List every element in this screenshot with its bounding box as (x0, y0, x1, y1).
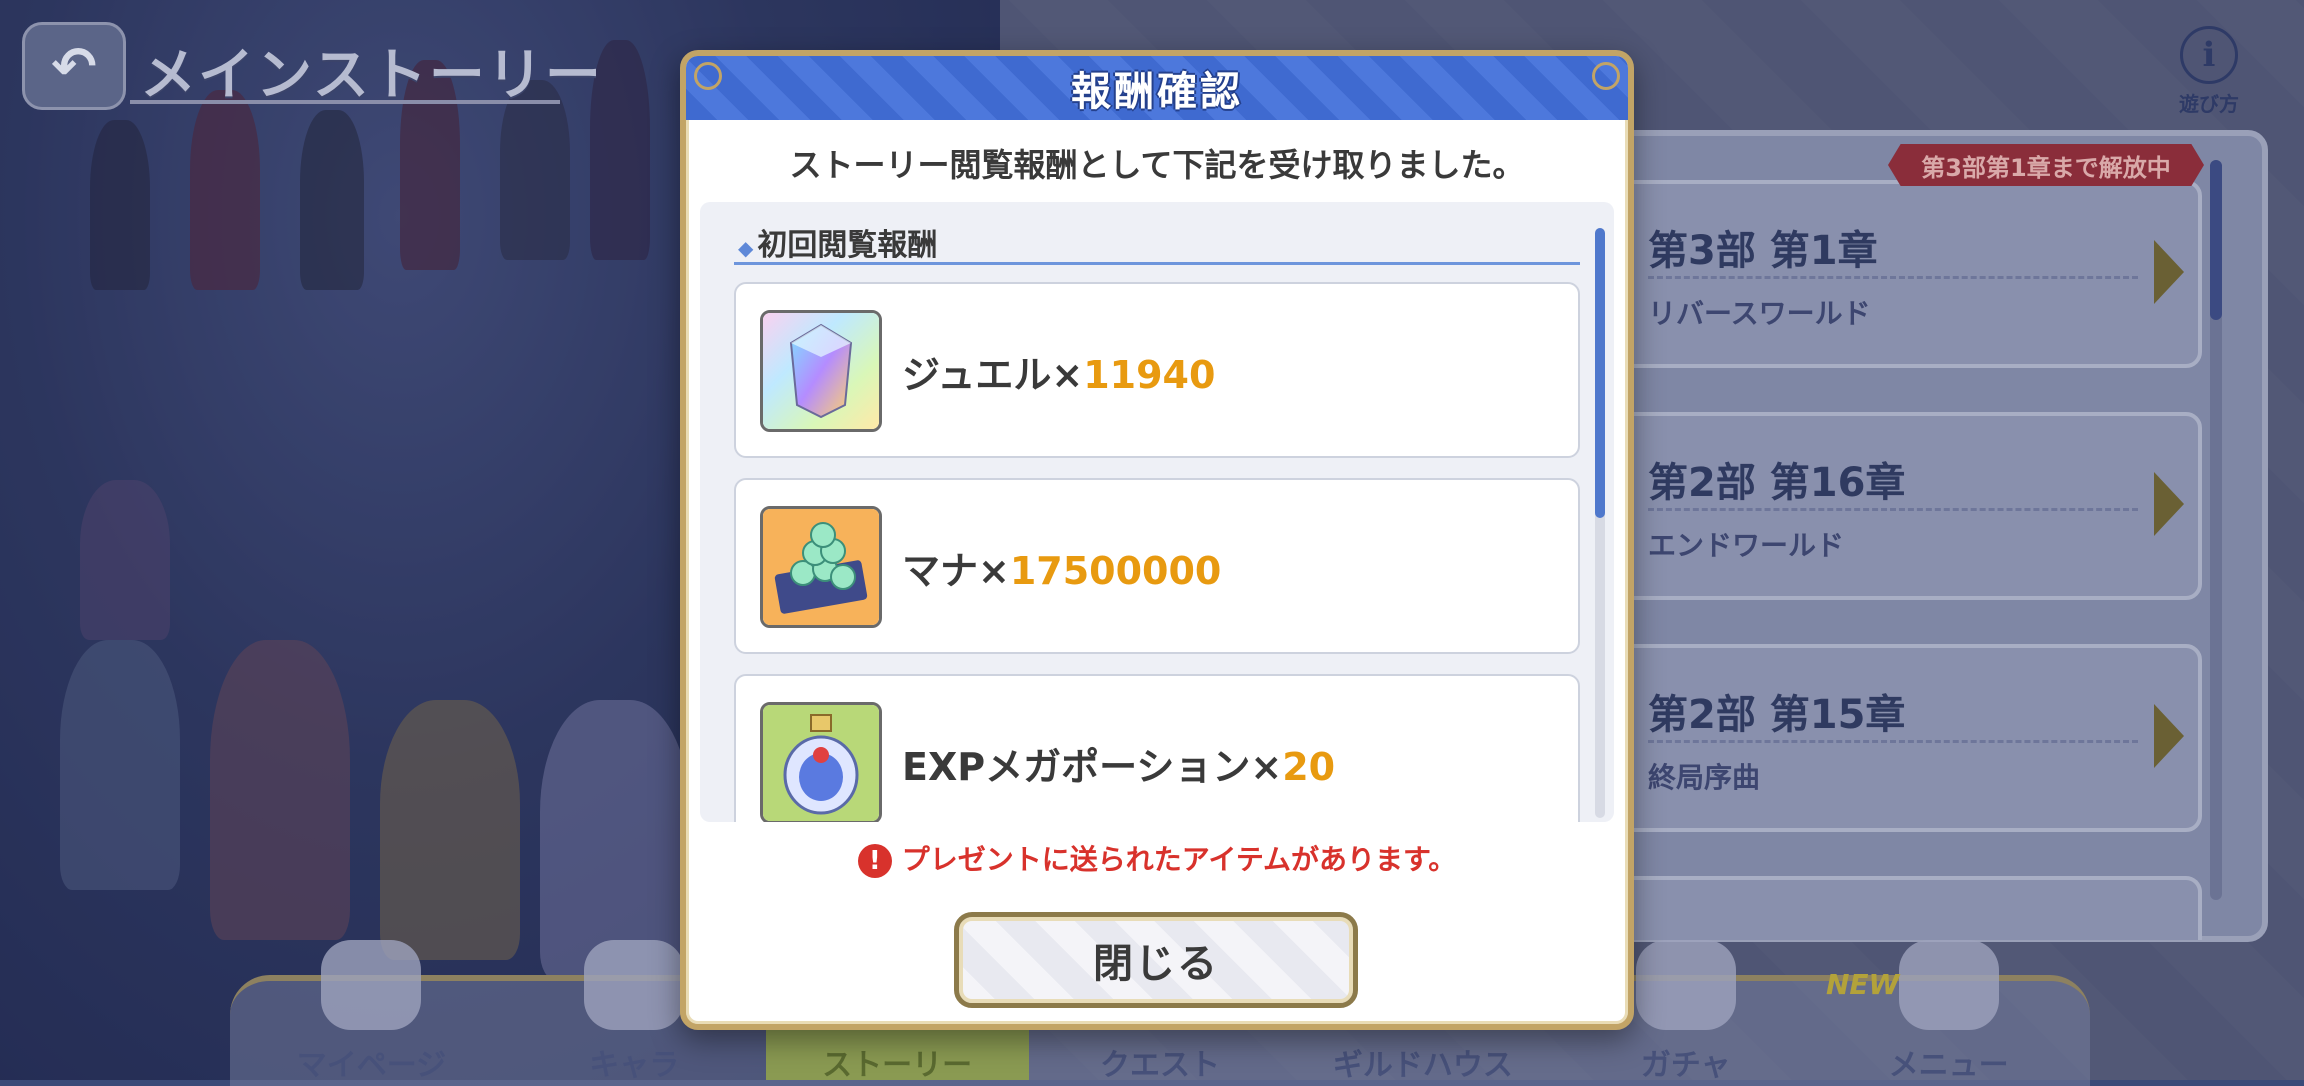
screen-title: メインストーリー (140, 43, 603, 108)
reward-label: EXPメガポーション×20 (902, 736, 1335, 791)
chapter-card[interactable] (1600, 876, 2202, 940)
chapter-title: 第3部 第1章 (1648, 228, 1878, 274)
help-button[interactable]: i 遊び方 (2172, 26, 2246, 116)
chevron-right-icon (2154, 472, 2184, 536)
chapter-card[interactable]: 第3部 第1章 リバースワールド (1600, 180, 2202, 368)
reward-list-area[interactable]: ◆ 初回閲覧報酬 ジュエル×11940 マナ×17500000 EXPメガポーシ… (700, 202, 1614, 822)
mypage-icon (321, 940, 422, 1030)
close-button[interactable]: 閉じる (954, 912, 1358, 1008)
section-title: ◆ 初回閲覧報酬 (738, 220, 937, 264)
reward-name: EXPメガポーション× (902, 745, 1283, 789)
reward-item: マナ×17500000 (734, 478, 1580, 654)
chapter-divider (1648, 740, 2138, 743)
exp-potion-icon (760, 702, 882, 822)
chevron-right-icon (2154, 240, 2184, 304)
nav-label: メニュー (1888, 1048, 2009, 1083)
present-notice-text: プレゼントに送られたアイテムがあります。 (901, 843, 1457, 876)
chapter-title: 第2部 第16章 (1648, 460, 1906, 506)
nav-label: ガチャ (1640, 1048, 1731, 1083)
nav-mypage[interactable]: マイページ (240, 940, 503, 1083)
nav-label: ストーリー (822, 1048, 973, 1083)
character-icon (584, 940, 685, 1030)
section-divider (734, 262, 1580, 265)
reward-name: ジュエル× (902, 353, 1084, 397)
reward-label: ジュエル×11940 (902, 344, 1215, 399)
chapter-card[interactable]: 第2部 第16章 エンドワールド (1600, 412, 2202, 600)
reward-item: ジュエル×11940 (734, 282, 1580, 458)
reward-quantity: 20 (1282, 745, 1336, 789)
chapter-subtitle: 終局序曲 (1648, 761, 1761, 794)
nav-label: ギルドハウス (1332, 1048, 1513, 1083)
nav-label: マイページ (296, 1048, 447, 1083)
chapter-subtitle: エンドワールド (1648, 529, 1845, 562)
reward-quantity: 11940 (1083, 353, 1216, 397)
jewel-icon (760, 310, 882, 432)
dialog-title: 報酬確認 (1071, 69, 1243, 115)
reward-quantity: 17500000 (1009, 549, 1222, 593)
diamond-bullet-icon: ◆ (738, 236, 754, 260)
new-badge: NEW (1826, 968, 1900, 1001)
close-button-label: 閉じる (1093, 941, 1219, 987)
menu-crystal-icon (1898, 940, 1999, 1030)
exclamation-icon: ! (857, 844, 892, 878)
reward-confirm-dialog: 報酬確認 ストーリー閲覧報酬として下記を受け取りました。 ◆ 初回閲覧報酬 ジュ… (680, 50, 1634, 1030)
section-title-text: 初回閲覧報酬 (757, 228, 938, 263)
chapter-unlock-banner: 第3部第1章まで解放中 (1888, 144, 2204, 186)
gacha-icon (1635, 940, 1736, 1030)
corner-ornament-icon (1592, 62, 1620, 90)
back-arrow-icon: ↶ (51, 34, 97, 98)
chapter-title: 第2部 第15章 (1648, 692, 1906, 738)
reward-scrollbar-thumb[interactable] (1595, 228, 1605, 518)
present-notice: ! プレゼントに送られたアイテムがあります。 (686, 838, 1628, 878)
reward-label: マナ×17500000 (902, 540, 1221, 595)
mana-icon (760, 506, 882, 628)
chapter-divider (1648, 508, 2138, 511)
chapter-divider (1648, 276, 2138, 279)
chevron-right-icon (2154, 704, 2184, 768)
nav-label: キャラ (589, 1048, 680, 1083)
nav-label: クエスト (1100, 1048, 1220, 1083)
back-button[interactable]: ↶ (22, 22, 126, 110)
corner-ornament-icon (694, 62, 722, 90)
chapter-subtitle: リバースワールド (1648, 297, 1871, 330)
info-icon: i (2180, 26, 2238, 84)
reward-name: マナ× (902, 549, 1010, 593)
chapter-scrollbar-thumb[interactable] (2210, 160, 2222, 320)
dialog-message: ストーリー閲覧報酬として下記を受け取りました。 (789, 146, 1525, 184)
help-label: 遊び方 (2179, 92, 2239, 116)
reward-item: EXPメガポーション×20 (734, 674, 1580, 822)
title-underline (130, 100, 560, 104)
dialog-header: 報酬確認 (686, 56, 1628, 120)
chapter-card[interactable]: 第2部 第15章 終局序曲 (1600, 644, 2202, 832)
